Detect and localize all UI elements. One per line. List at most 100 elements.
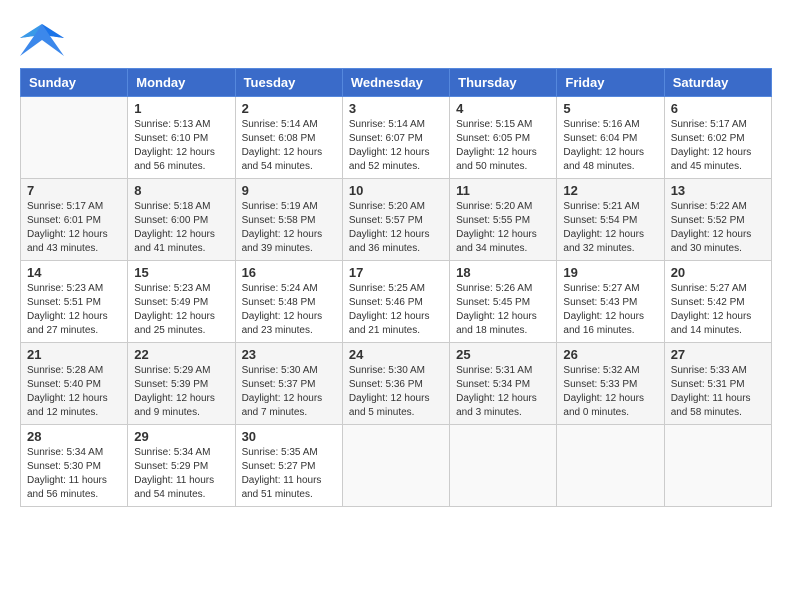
calendar-cell: 1 Sunrise: 5:13 AM Sunset: 6:10 PM Daylig… — [128, 97, 235, 179]
day-number: 2 — [242, 101, 336, 116]
day-info: Sunrise: 5:17 AM Sunset: 6:02 PM Dayligh… — [671, 118, 765, 174]
calendar-cell: 19Sunrise: 5:27 AM Sunset: 5:43 PM Dayli… — [557, 261, 664, 343]
day-info: Sunrise: 5:22 AM Sunset: 5:52 PM Dayligh… — [671, 200, 765, 256]
day-info: Sunrise: 5:26 AM Sunset: 5:45 PM Dayligh… — [456, 282, 550, 338]
day-info: Sunrise: 5:14 AM Sunset: 6:07 PM Dayligh… — [349, 118, 443, 174]
calendar-cell: 4 Sunrise: 5:15 AM Sunset: 6:05 PM Daylig… — [450, 97, 557, 179]
calendar-cell: 5 Sunrise: 5:16 AM Sunset: 6:04 PM Daylig… — [557, 97, 664, 179]
day-info: Sunrise: 5:30 AM Sunset: 5:37 PM Dayligh… — [242, 364, 336, 420]
calendar-cell: 29 Sunrise: 5:34 AM Sunset: 5:29 PM Dayli… — [128, 425, 235, 507]
calendar-cell — [342, 425, 449, 507]
day-info: Sunrise: 5:19 AM Sunset: 5:58 PM Dayligh… — [242, 200, 336, 256]
day-number: 26 — [563, 347, 657, 362]
day-number: 28 — [27, 429, 121, 444]
day-number: 4 — [456, 101, 550, 116]
day-number: 12 — [563, 183, 657, 198]
calendar-cell: 20 Sunrise: 5:27 AM Sunset: 5:42 PM Dayli… — [664, 261, 771, 343]
calendar-cell: 2 Sunrise: 5:14 AM Sunset: 6:08 PM Daylig… — [235, 97, 342, 179]
calendar-cell: 26Sunrise: 5:32 AM Sunset: 5:33 PM Dayli… — [557, 343, 664, 425]
day-number: 20 — [671, 265, 765, 280]
calendar-cell: 3 Sunrise: 5:14 AM Sunset: 6:07 PM Daylig… — [342, 97, 449, 179]
day-info: Sunrise: 5:23 AM Sunset: 5:49 PM Dayligh… — [134, 282, 228, 338]
calendar-cell: 16 Sunrise: 5:24 AM Sunset: 5:48 PM Dayli… — [235, 261, 342, 343]
col-header-thursday: Thursday — [450, 69, 557, 97]
calendar-cell: 7Sunrise: 5:17 AM Sunset: 6:01 PM Daylig… — [21, 179, 128, 261]
calendar-cell: 14 Sunrise: 5:23 AM Sunset: 5:51 PM Dayli… — [21, 261, 128, 343]
day-info: Sunrise: 5:13 AM Sunset: 6:10 PM Dayligh… — [134, 118, 228, 174]
calendar-cell — [21, 97, 128, 179]
day-number: 25 — [456, 347, 550, 362]
day-info: Sunrise: 5:31 AM Sunset: 5:34 PM Dayligh… — [456, 364, 550, 420]
calendar-cell: 25 Sunrise: 5:31 AM Sunset: 5:34 PM Dayli… — [450, 343, 557, 425]
day-number: 5 — [563, 101, 657, 116]
day-info: Sunrise: 5:27 AM Sunset: 5:43 PM Dayligh… — [563, 282, 657, 338]
calendar-cell: 27Sunrise: 5:33 AM Sunset: 5:31 PM Dayli… — [664, 343, 771, 425]
day-info: Sunrise: 5:20 AM Sunset: 5:57 PM Dayligh… — [349, 200, 443, 256]
logo — [20, 20, 68, 58]
day-number: 1 — [134, 101, 228, 116]
day-number: 9 — [242, 183, 336, 198]
calendar-week-row: 1 Sunrise: 5:13 AM Sunset: 6:10 PM Daylig… — [21, 97, 772, 179]
day-info: Sunrise: 5:18 AM Sunset: 6:00 PM Dayligh… — [134, 200, 228, 256]
day-number: 16 — [242, 265, 336, 280]
day-number: 10 — [349, 183, 443, 198]
calendar-cell: 12 Sunrise: 5:21 AM Sunset: 5:54 PM Dayli… — [557, 179, 664, 261]
day-info: Sunrise: 5:34 AM Sunset: 5:29 PM Dayligh… — [134, 446, 228, 502]
day-number: 13 — [671, 183, 765, 198]
day-number: 30 — [242, 429, 336, 444]
day-info: Sunrise: 5:35 AM Sunset: 5:27 PM Dayligh… — [242, 446, 336, 502]
day-info: Sunrise: 5:15 AM Sunset: 6:05 PM Dayligh… — [456, 118, 550, 174]
day-info: Sunrise: 5:20 AM Sunset: 5:55 PM Dayligh… — [456, 200, 550, 256]
day-info: Sunrise: 5:24 AM Sunset: 5:48 PM Dayligh… — [242, 282, 336, 338]
calendar-cell: 23 Sunrise: 5:30 AM Sunset: 5:37 PM Dayli… — [235, 343, 342, 425]
calendar-week-row: 21Sunrise: 5:28 AM Sunset: 5:40 PM Dayli… — [21, 343, 772, 425]
calendar-cell: 30 Sunrise: 5:35 AM Sunset: 5:27 PM Dayli… — [235, 425, 342, 507]
day-number: 22 — [134, 347, 228, 362]
calendar-header-row: SundayMondayTuesdayWednesdayThursdayFrid… — [21, 69, 772, 97]
calendar-cell: 24 Sunrise: 5:30 AM Sunset: 5:36 PM Dayli… — [342, 343, 449, 425]
col-header-sunday: Sunday — [21, 69, 128, 97]
calendar-cell: 28Sunrise: 5:34 AM Sunset: 5:30 PM Dayli… — [21, 425, 128, 507]
calendar-cell: 17 Sunrise: 5:25 AM Sunset: 5:46 PM Dayli… — [342, 261, 449, 343]
day-info: Sunrise: 5:30 AM Sunset: 5:36 PM Dayligh… — [349, 364, 443, 420]
day-number: 21 — [27, 347, 121, 362]
calendar-cell — [557, 425, 664, 507]
day-info: Sunrise: 5:29 AM Sunset: 5:39 PM Dayligh… — [134, 364, 228, 420]
col-header-wednesday: Wednesday — [342, 69, 449, 97]
day-number: 11 — [456, 183, 550, 198]
day-number: 18 — [456, 265, 550, 280]
col-header-friday: Friday — [557, 69, 664, 97]
calendar-cell: 11 Sunrise: 5:20 AM Sunset: 5:55 PM Dayli… — [450, 179, 557, 261]
day-info: Sunrise: 5:17 AM Sunset: 6:01 PM Dayligh… — [27, 200, 121, 256]
col-header-saturday: Saturday — [664, 69, 771, 97]
day-info: Sunrise: 5:23 AM Sunset: 5:51 PM Dayligh… — [27, 282, 121, 338]
calendar-cell — [450, 425, 557, 507]
calendar-cell: 9 Sunrise: 5:19 AM Sunset: 5:58 PM Daylig… — [235, 179, 342, 261]
day-number: 6 — [671, 101, 765, 116]
day-number: 15 — [134, 265, 228, 280]
day-info: Sunrise: 5:14 AM Sunset: 6:08 PM Dayligh… — [242, 118, 336, 174]
day-number: 24 — [349, 347, 443, 362]
day-number: 14 — [27, 265, 121, 280]
day-number: 17 — [349, 265, 443, 280]
calendar-cell: 8 Sunrise: 5:18 AM Sunset: 6:00 PM Daylig… — [128, 179, 235, 261]
logo-bird-icon — [20, 20, 64, 58]
calendar-cell: 22 Sunrise: 5:29 AM Sunset: 5:39 PM Dayli… — [128, 343, 235, 425]
day-info: Sunrise: 5:16 AM Sunset: 6:04 PM Dayligh… — [563, 118, 657, 174]
day-number: 23 — [242, 347, 336, 362]
calendar-week-row: 28Sunrise: 5:34 AM Sunset: 5:30 PM Dayli… — [21, 425, 772, 507]
day-number: 29 — [134, 429, 228, 444]
day-info: Sunrise: 5:27 AM Sunset: 5:42 PM Dayligh… — [671, 282, 765, 338]
col-header-tuesday: Tuesday — [235, 69, 342, 97]
calendar-cell: 21Sunrise: 5:28 AM Sunset: 5:40 PM Dayli… — [21, 343, 128, 425]
calendar-cell: 13 Sunrise: 5:22 AM Sunset: 5:52 PM Dayli… — [664, 179, 771, 261]
calendar-cell: 6 Sunrise: 5:17 AM Sunset: 6:02 PM Daylig… — [664, 97, 771, 179]
day-number: 8 — [134, 183, 228, 198]
day-info: Sunrise: 5:25 AM Sunset: 5:46 PM Dayligh… — [349, 282, 443, 338]
day-number: 27 — [671, 347, 765, 362]
calendar-cell: 15 Sunrise: 5:23 AM Sunset: 5:49 PM Dayli… — [128, 261, 235, 343]
calendar-week-row: 14 Sunrise: 5:23 AM Sunset: 5:51 PM Dayli… — [21, 261, 772, 343]
calendar-table: SundayMondayTuesdayWednesdayThursdayFrid… — [20, 68, 772, 507]
day-number: 3 — [349, 101, 443, 116]
day-info: Sunrise: 5:21 AM Sunset: 5:54 PM Dayligh… — [563, 200, 657, 256]
